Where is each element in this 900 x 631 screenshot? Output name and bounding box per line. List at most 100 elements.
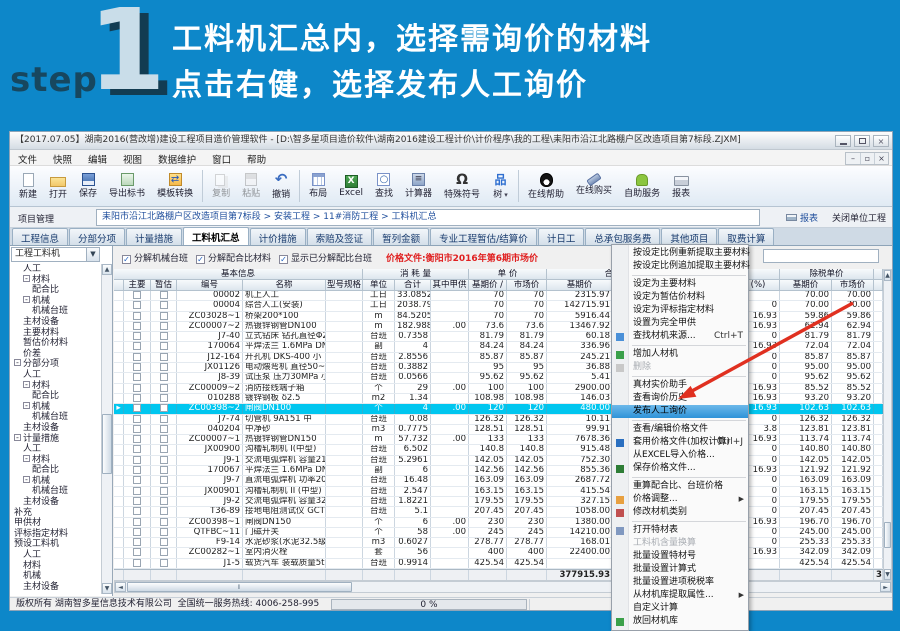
tree-item-主材设备[interactable]: 主材设备	[10, 582, 101, 593]
toolbar-button-特殊符号[interactable]: Ω特殊符号	[438, 167, 486, 205]
toolbar-button-在线购买[interactable]: 在线购买	[570, 167, 618, 205]
tree-collapse-icon[interactable]: -	[14, 434, 21, 441]
breadcrumb[interactable]: 耒阳市沿江北路棚户区改造项目第7标段 > 安装工程 > 11#消防工程 > 工料…	[96, 209, 760, 226]
toolbar-button-在线帮助[interactable]: 在线帮助	[522, 167, 570, 205]
toolbar-button-导出标书[interactable]: 导出标书	[103, 167, 151, 205]
tree-item-材料[interactable]: -材料	[10, 275, 101, 286]
tree-item-机械台班[interactable]: 机械台班	[10, 486, 101, 497]
row-checkbox[interactable]	[133, 322, 141, 330]
table-row[interactable]: T36-89接地电阻测试仪 GCT台班5.1207.45207.451058.0…	[114, 507, 883, 517]
table-row[interactable]: ZC03028~1桥架200*100m84.520570705916.4416.…	[114, 312, 883, 322]
context-menu-item-按设定比例重新提取主要材料[interactable]: 按设定比例重新提取主要材料	[612, 247, 748, 260]
toolbar-button-Excel[interactable]: XExcel	[333, 167, 369, 205]
row-checkbox[interactable]	[160, 394, 168, 402]
row-checkbox[interactable]	[133, 538, 141, 546]
row-checkbox[interactable]	[133, 394, 141, 402]
context-menu-item-批量设置进项税税率[interactable]: 批量设置进项税税率	[612, 576, 748, 589]
tree-item-计量措施[interactable]: -计量措施	[10, 434, 101, 445]
row-checkbox[interactable]	[160, 445, 168, 453]
table-row[interactable]: J1-5载货汽车 装载质量5t 小台班0.9914425.54425.54425…	[114, 559, 883, 569]
table-row[interactable]: 170064平焊法兰 1.6MPa DN100副484.2484.24336.9…	[114, 342, 883, 352]
tab-暂列金额[interactable]: 暂列金额	[373, 228, 429, 245]
tree-scrollbar[interactable]: ▲ ▼	[101, 264, 112, 594]
toolbar-button-布局[interactable]: 布局	[303, 167, 333, 205]
table-row[interactable]: J7-74切管机 9A151 中台班0.08126.32126.3210.110…	[114, 415, 883, 425]
grid-scroll-thumb[interactable]	[884, 522, 891, 548]
table-row[interactable]: JX00900沟槽轧制机 I(中型)台班6.502140.8140.8915.4…	[114, 445, 883, 455]
grid-hscroll-thumb[interactable]: ⦀	[127, 582, 352, 592]
table-row[interactable]: 00002机上人工工日33.085270702315.9770.0070.00	[114, 291, 883, 301]
row-checkbox[interactable]	[133, 342, 141, 350]
restore-button[interactable]	[854, 135, 870, 147]
row-checkbox[interactable]	[160, 466, 168, 474]
row-checkbox[interactable]	[160, 404, 168, 412]
tab-工料机汇总[interactable]: 工料机汇总	[183, 227, 249, 245]
context-menu-item-设定为暂估价材料[interactable]: 设定为暂估价材料	[612, 291, 748, 304]
context-menu-item-增加人材机[interactable]: 增加人材机	[612, 348, 748, 361]
tree-collapse-icon[interactable]: -	[23, 296, 30, 303]
tree-item-机械[interactable]: -机械	[10, 476, 101, 487]
context-menu-item-从材机库提取属性...[interactable]: 从材机库提取属性...▶	[612, 589, 748, 602]
table-row[interactable]: 010288镀锌钢板 δ2.5m21.34108.98108.98146.031…	[114, 394, 883, 404]
table-row[interactable]: F9-14水泥砂浆(水泥32.5级)强度m30.6027278.77278.77…	[114, 538, 883, 548]
row-checkbox[interactable]	[160, 363, 168, 371]
row-checkbox[interactable]	[133, 518, 141, 526]
row-checkbox[interactable]	[160, 312, 168, 320]
row-checkbox[interactable]	[133, 548, 141, 556]
tab-取费计算[interactable]: 取费计算	[718, 228, 774, 245]
table-row[interactable]: JX00901沟槽轧制机 II (中型)台班2.547163.15163.154…	[114, 487, 883, 497]
context-menu-item-查找材机来源...[interactable]: 查找材机来源...Ctrl+T	[612, 330, 748, 343]
tree-collapse-icon[interactable]: -	[23, 381, 30, 388]
project-manage-label[interactable]: 项目管理	[18, 212, 54, 225]
tree-item-人工[interactable]: 人工	[10, 550, 101, 561]
tree-item-材料[interactable]: -材料	[10, 455, 101, 466]
row-checkbox[interactable]	[160, 332, 168, 340]
tree-item-分部分项[interactable]: -分部分项	[10, 359, 101, 370]
table-row[interactable]: ZC00398~1闸阀DN150个6.002302301380.0016.931…	[114, 518, 883, 528]
tab-索赔及签证[interactable]: 索赔及签证	[307, 228, 373, 245]
toolbar-button-新建[interactable]: 新建	[13, 167, 43, 205]
row-checkbox[interactable]	[133, 363, 141, 371]
context-menu-item-修改材机类别[interactable]: 修改材机类别	[612, 506, 748, 519]
table-row[interactable]: ZC00007~1热镀锌钢管DN150m57.732.001331337678.…	[114, 435, 883, 445]
row-checkbox[interactable]	[160, 291, 168, 299]
row-checkbox[interactable]	[133, 404, 141, 412]
tree-collapse-icon[interactable]: -	[14, 359, 21, 366]
chevron-down-icon[interactable]: ▼	[86, 248, 99, 261]
row-checkbox[interactable]	[133, 353, 141, 361]
row-checkbox[interactable]	[160, 548, 168, 556]
toolbar-button-打开[interactable]: 打开	[43, 167, 73, 205]
filter-input[interactable]	[763, 249, 879, 263]
menubar-item-2[interactable]: 编辑	[80, 150, 115, 166]
context-menu-item-查看询价历史[interactable]: 查看询价历史	[612, 392, 748, 405]
table-row[interactable]: J9-1交流电弧焊机 容量21kV·A台班5.2961142.05142.057…	[114, 456, 883, 466]
toolbar-button-计算器[interactable]: ≡计算器	[399, 167, 438, 205]
tree-item-甲供材[interactable]: 甲供材	[10, 518, 101, 529]
context-menu-item-价格调整...[interactable]: 价格调整...▶	[612, 493, 748, 506]
row-checkbox[interactable]	[133, 466, 141, 474]
tree-item-人工[interactable]: 人工	[10, 370, 101, 381]
table-row[interactable]: ZC00009~2消防接线端子箱个29.001001002900.0016.93…	[114, 384, 883, 394]
context-menu-item-从EXCEL导入价格...[interactable]: 从EXCEL导入价格...	[612, 449, 748, 462]
tree-item-人工[interactable]: 人工	[10, 444, 101, 455]
row-checkbox[interactable]	[133, 476, 141, 484]
table-row[interactable]: ZC00282~1室内消火栓套5640040022400.0016.93342.…	[114, 548, 883, 558]
checkbox-显示已分解配比台班[interactable]: ✓	[279, 255, 288, 264]
menubar-item-4[interactable]: 数据维护	[150, 150, 204, 166]
tree-item-人工[interactable]: 人工	[10, 264, 101, 275]
toolbar-button-报表[interactable]: 报表	[666, 167, 696, 205]
table-row[interactable]: QTFBC~11门磁开关个58.0024524514210.000245.002…	[114, 528, 883, 538]
tree-item-配合比[interactable]: 配合比	[10, 391, 101, 402]
toolbar-button-模板转换[interactable]: ⇄模板转换	[151, 167, 199, 205]
context-menu-item-批量设置特材号[interactable]: 批量设置特材号	[612, 550, 748, 563]
row-checkbox[interactable]	[160, 435, 168, 443]
table-row[interactable]: 040204中净砂m30.7775128.51128.5199.913.8123…	[114, 425, 883, 435]
context-menu-item-设置为完全甲供[interactable]: 设置为完全甲供	[612, 317, 748, 330]
table-row[interactable]: JX01126电动煨弯机 直径50~180mm台班0.3882959536.88…	[114, 363, 883, 373]
tree-item-机械[interactable]: 机械	[10, 571, 101, 582]
grid-horizontal-scrollbar[interactable]: ◄ ⦀ ►	[114, 581, 892, 593]
grid-scroll-right-icon[interactable]: ►	[880, 582, 891, 592]
report-link[interactable]: 报表	[786, 211, 818, 224]
row-checkbox[interactable]	[133, 507, 141, 515]
tree-item-主要材料[interactable]: 主要材料	[10, 328, 101, 339]
